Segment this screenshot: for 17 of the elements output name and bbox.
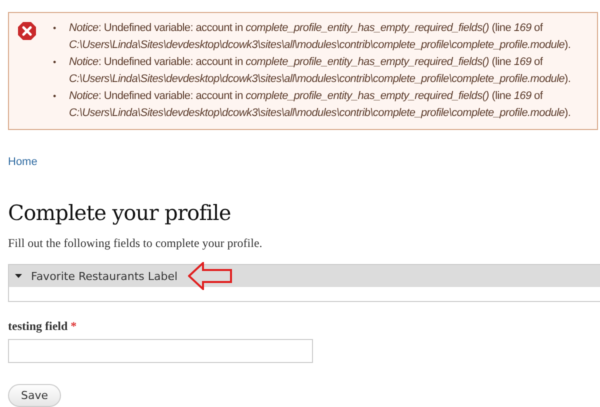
arrow-icon	[188, 262, 232, 290]
breadcrumb-link[interactable]: Home	[8, 156, 38, 168]
save-button[interactable]: Save	[8, 384, 62, 407]
description-text: Fill out the following fields to complete your profile.	[8, 236, 264, 251]
fieldset-legend-text: Favorite Restaurants Label	[31, 270, 178, 282]
bullet-mark: •	[53, 56, 57, 69]
bullet-mark: •	[53, 22, 57, 35]
field-label: testing field	[8, 319, 68, 333]
text-field[interactable]	[8, 339, 313, 363]
required-mark: *	[70, 319, 77, 333]
error-icon	[17, 21, 37, 41]
error-message: Notice: Undefined variable: account in complete_profile_entity_has_empty_required_fields() (line 169 of C:\Users\Linda\Sites\devdesktop\dcowk3\sites\all\modules\contrib\complete_profile\complete_profile.module).	[69, 55, 572, 87]
error-message: Notice: Undefined variable: account in complete_profile_entity_has_empty_required_fields() (line 169 of C:\Users\Linda\Sites\devdesktop\dcowk3\sites\all\modules\contrib\complete_profile\complete_profile.module).	[69, 89, 572, 121]
bullet-mark: •	[53, 90, 57, 103]
fieldset-legend[interactable]: Favorite Restaurants Label	[9, 265, 600, 287]
page-title: Complete your profile	[8, 201, 232, 225]
error-message: Notice: Undefined variable: account in complete_profile_entity_has_empty_required_fields() (line 169 of C:\Users\Linda\Sites\devdesktop\dcowk3\sites\all\modules\contrib\complete_profile\complete_profile.module).	[69, 21, 572, 53]
